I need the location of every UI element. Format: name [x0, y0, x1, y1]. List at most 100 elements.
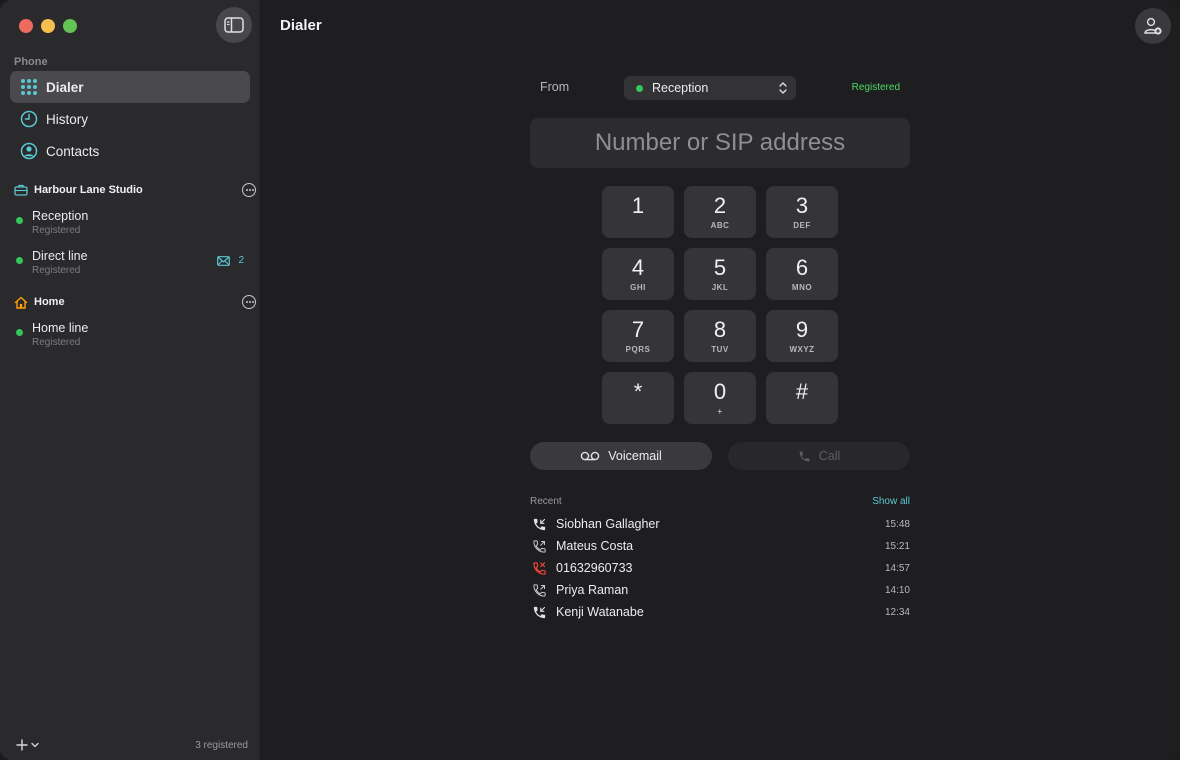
voicemail-badge[interactable]: 2: [217, 255, 244, 266]
outgoing-call-icon: [530, 581, 548, 599]
key-digit: 4: [631, 254, 645, 280]
line-item-reception[interactable]: Reception Registered: [14, 202, 256, 242]
keypad-key[interactable]: 2 ABC: [684, 186, 756, 238]
key-digit: 5: [713, 254, 727, 280]
recent-call-row[interactable]: Priya Raman 14:10: [530, 579, 910, 601]
key-digit: 1: [631, 192, 645, 218]
line-status: Registered: [32, 264, 81, 276]
window-controls: [19, 19, 77, 33]
recent-call-time: 14:10: [884, 584, 910, 596]
keypad-key[interactable]: 8 TUV: [684, 310, 756, 362]
key-letters: DEF: [793, 220, 811, 230]
recent-call-time: 15:21: [884, 540, 910, 552]
voicemail-label: Voicemail: [608, 449, 662, 463]
keypad-key[interactable]: #: [766, 372, 838, 424]
sidebar-nav: Dialer History Contacts: [10, 71, 250, 167]
group-header: Home: [14, 293, 256, 311]
key-digit: 6: [795, 254, 809, 280]
person-add-icon: [1144, 17, 1162, 35]
key-digit: 3: [795, 192, 809, 218]
keypad-key[interactable]: 7 PQRS: [602, 310, 674, 362]
line-name: Reception: [32, 208, 89, 223]
registered-count: 3 registered: [195, 739, 248, 751]
sidebar-item-label: History: [46, 111, 89, 127]
sidebar-toggle-button[interactable]: [216, 7, 252, 43]
keypad-grid-icon: [20, 78, 38, 96]
keypad: 1 2 ABC 3 DEF 4 GHI 5 JKL 6 MNO 7 PQRS 8 TUV 9 WXYZ * 0 + #: [602, 186, 838, 424]
chevron-updown-icon: [779, 82, 787, 94]
voicemail-count: 2: [238, 255, 244, 266]
more-options-icon[interactable]: [242, 295, 256, 309]
line-item-home-line[interactable]: Home line Registered: [14, 314, 256, 354]
key-digit: 2: [713, 192, 727, 218]
recent-call-row[interactable]: 01632960733 14:57: [530, 557, 910, 579]
key-digit: 8: [713, 316, 727, 342]
missed-call-icon: [530, 559, 548, 577]
more-options-icon[interactable]: [242, 183, 256, 197]
recent-call-name: Mateus Costa: [556, 539, 634, 553]
status-dot: [16, 257, 23, 264]
call-label: Call: [818, 449, 841, 463]
section-label-phone: Phone: [14, 56, 48, 68]
key-digit: 9: [795, 316, 809, 342]
sidebar-item-label: Dialer: [46, 79, 84, 95]
sidebar-item-dialer[interactable]: Dialer: [10, 71, 250, 103]
add-contact-button[interactable]: [1135, 8, 1171, 44]
key-digit: #: [795, 378, 809, 404]
from-account-value: Reception: [652, 81, 709, 95]
number-input[interactable]: Number or SIP address: [530, 118, 910, 168]
dialer-actions: Voicemail Call: [530, 442, 910, 470]
add-account-button[interactable]: [16, 739, 39, 751]
voicemail-icon: [580, 451, 600, 461]
recent-call-time: 15:48: [884, 518, 910, 530]
briefcase-icon: [14, 183, 28, 197]
keypad-key[interactable]: *: [602, 372, 674, 424]
sidebar-item-label: Contacts: [46, 143, 100, 159]
keypad-key[interactable]: 0 +: [684, 372, 756, 424]
person-circle-icon: [20, 142, 38, 160]
minimize-window-button[interactable]: [41, 19, 55, 33]
keypad-key[interactable]: 5 JKL: [684, 248, 756, 300]
sidebar-item-history[interactable]: History: [10, 103, 250, 135]
keypad-key[interactable]: 3 DEF: [766, 186, 838, 238]
recent-call-row[interactable]: Mateus Costa 15:21: [530, 535, 910, 557]
plus-icon: [16, 739, 28, 751]
recent-call-row[interactable]: Siobhan Gallagher 15:48: [530, 513, 910, 535]
close-window-button[interactable]: [19, 19, 33, 33]
keypad-key[interactable]: 4 GHI: [602, 248, 674, 300]
key-letters: MNO: [791, 282, 813, 292]
registration-status: Registered: [851, 82, 900, 93]
from-account-select[interactable]: Reception: [624, 76, 796, 100]
key-letters: PQRS: [625, 344, 651, 354]
incoming-call-icon: [530, 515, 548, 533]
line-status: Registered: [32, 336, 81, 348]
recent-call-time: 14:57: [884, 562, 910, 574]
recent-call-row[interactable]: Kenji Watanabe 12:34: [530, 601, 910, 623]
house-icon: [14, 295, 28, 309]
dialer-panel: From Reception Registered Number or SIP …: [530, 76, 910, 619]
status-dot: [636, 84, 643, 92]
sidebar: Phone Dialer History Contacts Harbour La…: [0, 0, 260, 760]
status-dot: [16, 217, 23, 224]
from-label: From: [540, 80, 570, 94]
zoom-window-button[interactable]: [63, 19, 77, 33]
call-button[interactable]: Call: [728, 442, 910, 470]
keypad-key[interactable]: 9 WXYZ: [766, 310, 838, 362]
show-all-link[interactable]: Show all: [872, 496, 910, 507]
voicemail-button[interactable]: Voicemail: [530, 442, 712, 470]
account-group-home: Home Home line Registered: [14, 293, 256, 354]
group-header: Harbour Lane Studio: [14, 181, 256, 199]
recent-list: Siobhan Gallagher 15:48 Mateus Costa 15:21 0…: [530, 513, 910, 623]
recent-call-time: 12:34: [884, 606, 910, 618]
page-title: Dialer: [280, 17, 322, 34]
incoming-call-icon: [530, 603, 548, 621]
key-letters: TUV: [711, 344, 729, 354]
recent-call-name: Kenji Watanabe: [556, 605, 644, 619]
line-item-direct-line[interactable]: Direct line Registered 2: [14, 242, 256, 282]
key-letters: JKL: [711, 282, 729, 292]
sidebar-footer: 3 registered: [0, 730, 260, 760]
sidebar-item-contacts[interactable]: Contacts: [10, 135, 250, 167]
keypad-key[interactable]: 1: [602, 186, 674, 238]
keypad-key[interactable]: 6 MNO: [766, 248, 838, 300]
chevron-down-icon: [31, 742, 39, 748]
